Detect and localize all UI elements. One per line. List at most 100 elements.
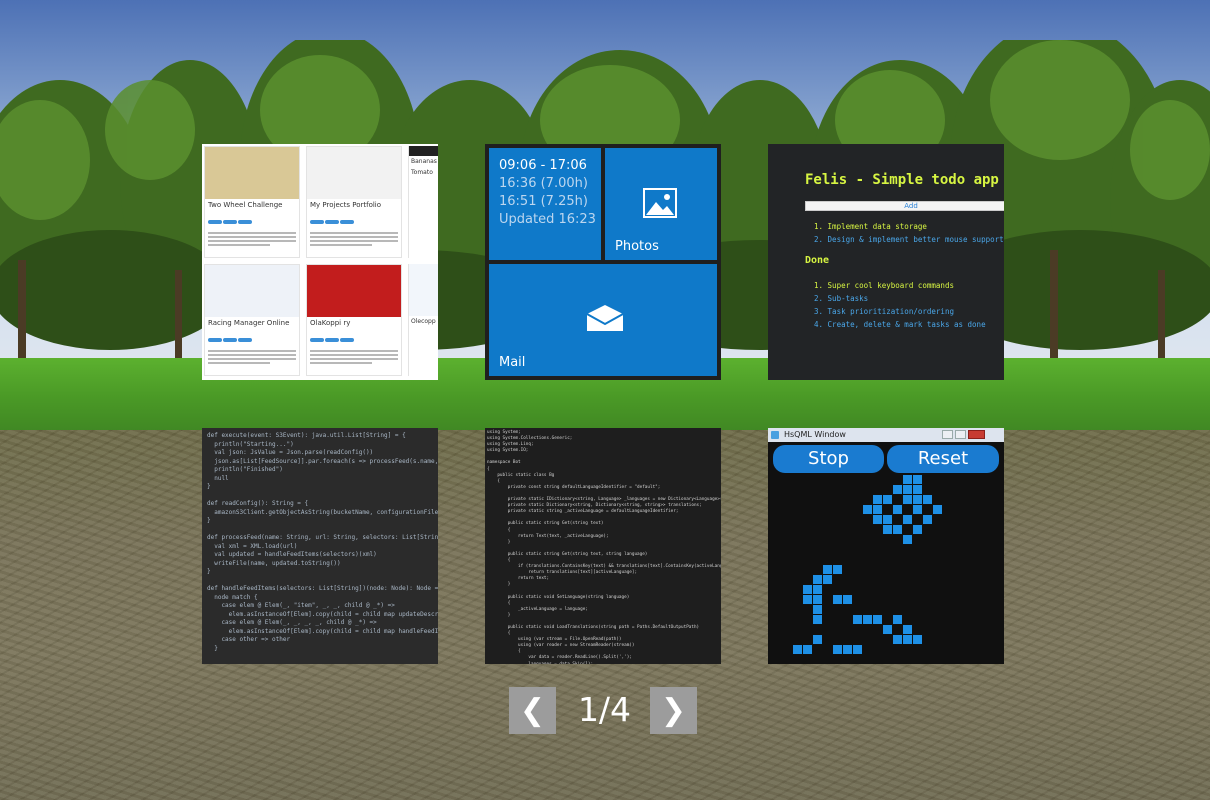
live-cell <box>913 485 922 494</box>
live-tiles-preview-tile[interactable]: 09:06 - 17:06 16:36 (7.00h) 16:51 (7.25h… <box>485 144 721 380</box>
live-cell <box>923 495 932 504</box>
photos-label: Photos <box>615 239 659 254</box>
previous-page-button[interactable]: ❮ <box>509 687 556 734</box>
card-image <box>205 265 299 317</box>
portfolio-card: Two Wheel Challenge <box>204 146 300 258</box>
card-title: Bananas <box>411 158 437 165</box>
page-indicator: 1/4 <box>577 690 632 729</box>
scene: Two Wheel Challenge My Projects Portfoli… <box>0 0 1210 800</box>
live-cell <box>833 565 842 574</box>
pending-item: 1. Implement data storage <box>814 222 927 231</box>
live-cell <box>883 525 892 534</box>
live-cell <box>833 595 842 604</box>
image-icon <box>643 188 677 218</box>
live-cell <box>913 525 922 534</box>
photos-tile: Photos <box>605 148 717 260</box>
live-cell <box>863 615 872 624</box>
qml-window-preview-tile[interactable]: HsQML Window Stop Reset <box>768 428 1004 664</box>
live-cell <box>803 585 812 594</box>
code-text: def execute(event: S3Event): java.util.L… <box>207 432 438 652</box>
todo-app-preview-tile[interactable]: Felis - Simple todo app Add 1. Implement… <box>768 144 1004 380</box>
done-item: 1. Super cool keyboard commands <box>814 281 954 290</box>
live-cell <box>873 495 882 504</box>
live-cell <box>903 515 912 524</box>
stop-button: Stop <box>773 445 884 473</box>
live-cell <box>873 505 882 514</box>
work-hours: 09:06 - 17:06 <box>499 158 587 173</box>
minimize-icon <box>942 430 953 439</box>
card-image <box>205 147 299 199</box>
code-text: using System; using System.Collections.G… <box>487 430 721 664</box>
live-cell <box>813 635 822 644</box>
portfolio-card-cutoff: Bananas Tomato <box>408 146 438 258</box>
live-cell <box>933 505 942 514</box>
done-item: 3. Task prioritization/ordering <box>814 307 954 316</box>
reset-button: Reset <box>887 445 999 473</box>
live-cell <box>903 485 912 494</box>
live-cell <box>913 475 922 484</box>
live-cell <box>923 515 932 524</box>
live-cell <box>843 645 852 654</box>
live-cell <box>803 645 812 654</box>
live-cell <box>863 505 872 514</box>
live-cell <box>913 495 922 504</box>
updated-time: Updated 16:23 <box>499 212 596 227</box>
portfolio-preview-tile[interactable]: Two Wheel Challenge My Projects Portfoli… <box>202 144 438 380</box>
card-image <box>307 147 401 199</box>
live-cell <box>823 565 832 574</box>
done-item: 2. Sub-tasks <box>814 294 869 303</box>
live-cell <box>913 505 922 514</box>
live-cell <box>903 635 912 644</box>
card-image <box>307 265 401 317</box>
live-cell <box>893 635 902 644</box>
live-cell <box>813 595 822 604</box>
maximize-icon <box>955 430 966 439</box>
live-cell <box>823 575 832 584</box>
live-cell <box>883 625 892 634</box>
card-title: Olecopp <box>411 318 436 325</box>
live-cell <box>803 595 812 604</box>
live-cell <box>813 575 822 584</box>
close-icon <box>968 430 985 439</box>
scala-code-preview-tile[interactable]: def execute(event: S3Event): java.util.L… <box>202 428 438 664</box>
time-tile: 09:06 - 17:06 16:36 (7.00h) 16:51 (7.25h… <box>489 148 601 260</box>
time-725h: 16:51 (7.25h) <box>499 194 588 209</box>
portfolio-card-cutoff: Olecopp <box>408 264 438 376</box>
pending-item: 2. Design & implement better mouse suppo… <box>814 235 1004 244</box>
time-7h: 16:36 (7.00h) <box>499 176 588 191</box>
csharp-code-preview-tile[interactable]: using System; using System.Collections.G… <box>485 428 721 664</box>
done-item: 4. Create, delete & mark tasks as done <box>814 320 986 329</box>
live-cell <box>873 615 882 624</box>
live-cell <box>883 515 892 524</box>
live-cell <box>853 615 862 624</box>
next-page-button[interactable]: ❯ <box>650 687 697 734</box>
portfolio-card: My Projects Portfolio <box>306 146 402 258</box>
live-cell <box>853 645 862 654</box>
live-cell <box>903 495 912 504</box>
live-cell <box>903 475 912 484</box>
live-cell <box>903 535 912 544</box>
add-button: Add <box>806 202 1004 210</box>
todo-input: Add <box>805 201 1004 211</box>
live-cell <box>793 645 802 654</box>
live-cell <box>903 625 912 634</box>
portfolio-card: OlaKoppi ry <box>306 264 402 376</box>
live-cell <box>893 485 902 494</box>
live-cell <box>813 615 822 624</box>
mail-tile: Mail <box>489 264 717 376</box>
card-title: Racing Manager Online <box>208 319 290 327</box>
live-cell <box>893 615 902 624</box>
live-cell <box>893 525 902 534</box>
card-title: OlaKoppi ry <box>310 319 351 327</box>
live-cell <box>843 595 852 604</box>
live-cell <box>873 515 882 524</box>
card-title: Two Wheel Challenge <box>208 201 283 209</box>
live-cell <box>913 635 922 644</box>
window-title: HsQML Window <box>784 430 846 439</box>
done-heading: Done <box>805 255 830 266</box>
live-cell <box>883 495 892 504</box>
card-title: My Projects Portfolio <box>310 201 382 209</box>
mail-label: Mail <box>499 355 526 370</box>
live-cell <box>813 605 822 614</box>
envelope-icon <box>586 305 624 331</box>
